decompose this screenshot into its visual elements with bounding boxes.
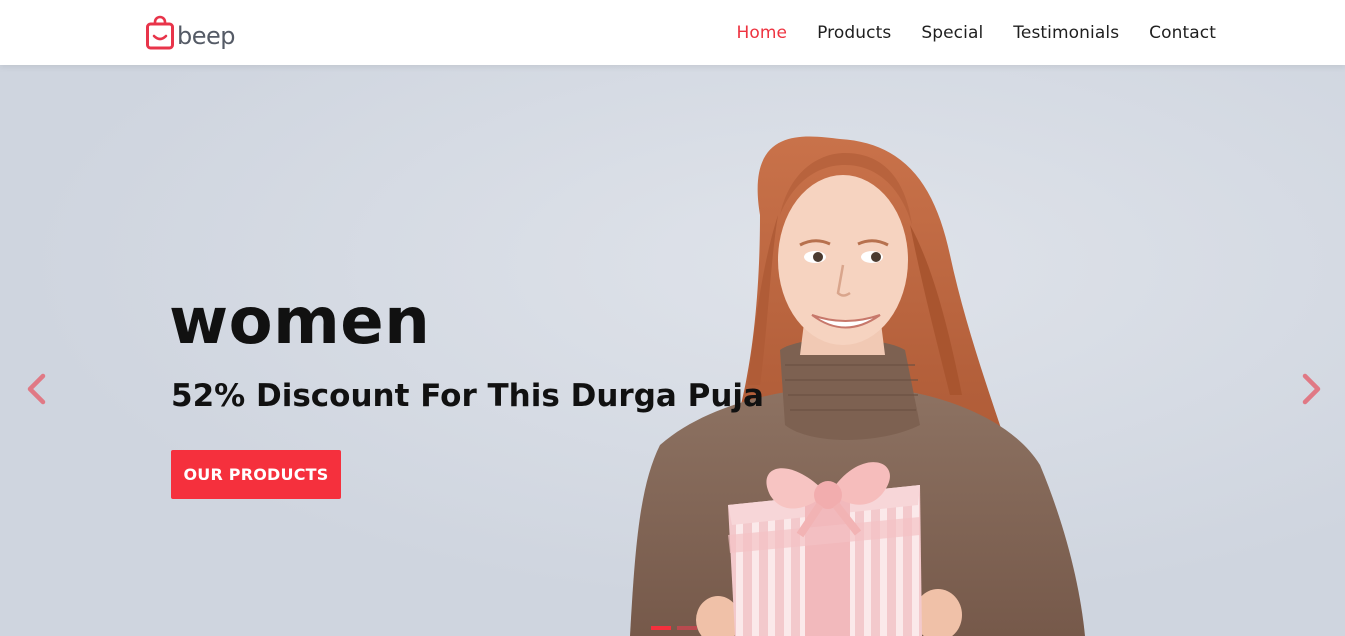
carousel-next-button[interactable] — [1297, 371, 1327, 407]
carousel-indicator-2[interactable] — [677, 626, 697, 630]
nav-link-special[interactable]: Special — [921, 23, 983, 43]
shopping-bag-icon — [146, 15, 174, 50]
chevron-left-icon — [27, 373, 46, 405]
nav-link-testimonials[interactable]: Testimonials — [1013, 23, 1119, 43]
nav-item-home: Home — [737, 23, 788, 43]
chevron-right-icon — [1302, 373, 1321, 405]
nav-link-contact[interactable]: Contact — [1149, 23, 1216, 43]
brand-name: beep — [177, 22, 236, 50]
nav-item-products: Products — [817, 23, 891, 43]
carousel-indicator-1[interactable] — [651, 626, 671, 630]
nav-item-testimonials: Testimonials — [1013, 23, 1119, 43]
nav-link-home[interactable]: Home — [737, 23, 788, 43]
nav-item-contact: Contact — [1149, 23, 1216, 43]
carousel-prev-button[interactable] — [21, 371, 51, 407]
carousel-indicators — [651, 626, 697, 630]
our-products-button[interactable]: OUR PRODUCTS — [171, 450, 341, 499]
nav-link-products[interactable]: Products — [817, 23, 891, 43]
site-header: beep Home Products Special Testimonials … — [0, 0, 1345, 65]
hero-subtitle: 52% Discount For This Durga Puja — [171, 378, 764, 414]
nav-item-special: Special — [921, 23, 983, 43]
hero-title: women — [169, 285, 431, 359]
hero-carousel: women 52% Discount For This Durga Puja O… — [0, 65, 1345, 636]
main-nav: Home Products Special Testimonials Conta… — [707, 0, 1216, 65]
brand-logo[interactable]: beep — [146, 13, 236, 51]
